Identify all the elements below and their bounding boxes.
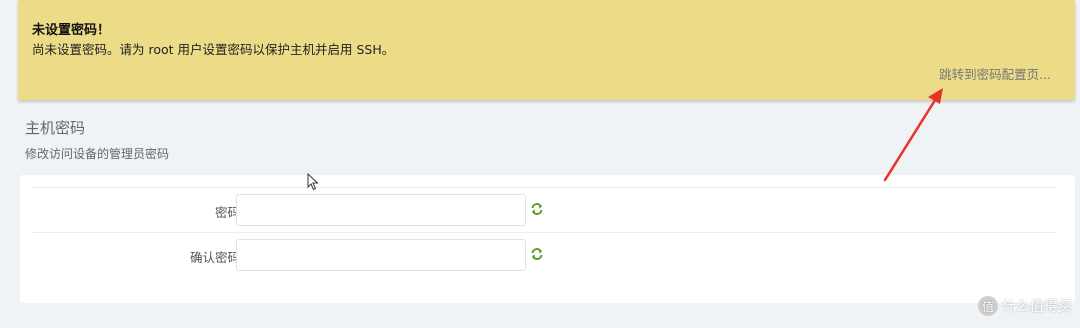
watermark-logo-icon: 值 (978, 296, 998, 316)
watermark: 值 什么值得买 (978, 296, 1072, 316)
red-arrow-annotation-icon (883, 88, 943, 182)
watermark-text: 什么值得买 (1002, 299, 1072, 315)
